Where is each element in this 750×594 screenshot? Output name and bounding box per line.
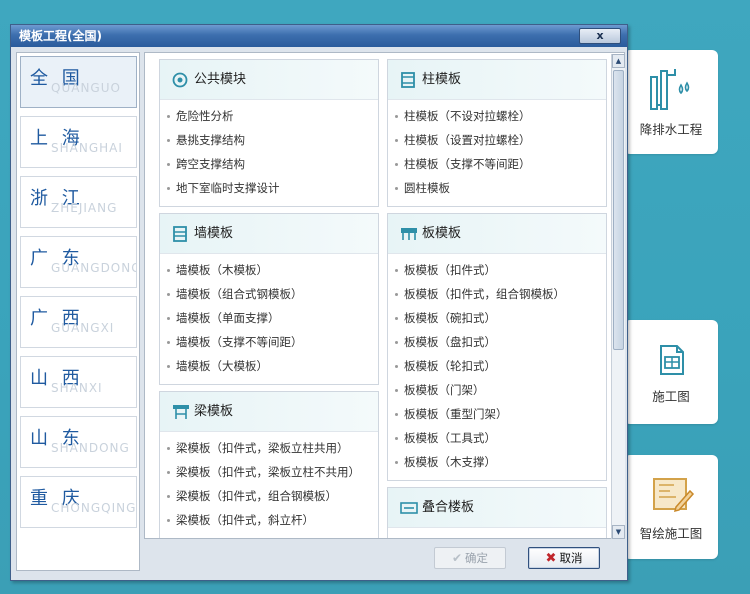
region-item-guangxi[interactable]: 广 西 GUANGXI (20, 296, 137, 348)
wall-icon (173, 226, 187, 242)
card-header: 叠合楼板 (388, 488, 606, 528)
tile-label: 降排水工程 (639, 121, 703, 137)
card-header: 梁模板 (160, 392, 378, 432)
region-item-shanxi[interactable]: 山 西 SHANXI (20, 356, 137, 408)
list-item[interactable]: 板模板（盘扣式） (395, 330, 606, 354)
card-beam-template: 梁模板 梁模板（扣件式，梁板立柱共用） 梁模板（扣件式，梁板立柱不共用） 梁模板… (159, 391, 379, 538)
list-item[interactable]: 梁模板（扣件式，梁板立柱不共用） (167, 460, 378, 484)
card-title: 叠合楼板 (422, 500, 475, 515)
beam-icon (173, 405, 189, 419)
region-watermark: CHONGQING (51, 501, 137, 515)
module-panel: 公共模块 危险性分析 悬挑支撑结构 跨空支撑结构 地下室临时支撑设计 柱模板 柱… (144, 52, 625, 539)
region-item-chongqing[interactable]: 重 庆 CHONGQING (20, 476, 137, 528)
column-icon (401, 72, 415, 88)
construction-drawing-icon (660, 344, 684, 375)
list-item[interactable]: 危险性分析 (167, 104, 378, 128)
list-item[interactable]: 墙模板（单面支撑） (167, 306, 378, 330)
list-item[interactable]: 墙模板（组合式钢模板） (167, 282, 378, 306)
card-header: 柱模板 (388, 60, 606, 100)
list-item[interactable]: 板模板（扣件式） (395, 258, 606, 282)
region-watermark: SHANXI (51, 381, 103, 395)
card-slab-template: 板模板 板模板（扣件式） 板模板（扣件式，组合钢模板） 板模板（碗扣式） 板模板… (387, 213, 607, 481)
region-watermark: QUANGUO (51, 81, 121, 95)
item-list: 板模板（扣件式） 板模板（扣件式，组合钢模板） 板模板（碗扣式） 板模板（盘扣式… (388, 254, 606, 476)
card-title: 板模板 (422, 226, 462, 241)
template-project-dialog: 模板工程(全国) x 全 国 QUANGUO 上 海 SHANGHAI 浙 江 … (10, 24, 628, 581)
item-list: 墙模板（木模板） 墙模板（组合式钢模板） 墙模板（单面支撑） 墙模板（支撑不等间… (160, 254, 378, 380)
drainage-icon (650, 68, 690, 110)
composite-slab-icon (400, 502, 418, 514)
dialog-titlebar: 模板工程(全国) x (11, 25, 627, 47)
item-list: 柱模板（不设对拉螺栓） 柱模板（设置对拉螺栓） 柱模板（支撑不等间距） 圆柱模板 (388, 100, 606, 202)
region-list: 全 国 QUANGUO 上 海 SHANGHAI 浙 江 ZHEJIANG 广 … (16, 52, 140, 571)
item-list: 危险性分析 悬挑支撑结构 跨空支撑结构 地下室临时支撑设计 (160, 100, 378, 202)
ok-button[interactable]: ✔ 确定 (434, 547, 506, 569)
list-item[interactable]: 梁模板（扣件式，组合钢模板） (167, 484, 378, 508)
slab-icon (401, 228, 417, 240)
region-item-quanguo[interactable]: 全 国 QUANGUO (20, 56, 137, 108)
card-title: 柱模板 (422, 72, 462, 87)
list-item[interactable]: 悬挑支撑结构 (167, 128, 378, 152)
card-public-module: 公共模块 危险性分析 悬挑支撑结构 跨空支撑结构 地下室临时支撑设计 (159, 59, 379, 207)
card-title: 公共模块 (194, 72, 247, 87)
card-wall-template: 墙模板 墙模板（木模板） 墙模板（组合式钢模板） 墙模板（单面支撑） 墙模板（支… (159, 213, 379, 385)
dialog-title: 模板工程(全国) (19, 29, 102, 43)
cancel-x-icon: ✖ (545, 550, 557, 566)
list-item[interactable]: 柱模板（支撑不等间距） (395, 152, 606, 176)
smart-drawing-icon (653, 477, 695, 512)
region-item-shandong[interactable]: 山 东 SHANDONG (20, 416, 137, 468)
list-item[interactable]: 板模板（轮扣式） (395, 354, 606, 378)
list-item[interactable]: 墙模板（支撑不等间距） (167, 330, 378, 354)
cancel-button[interactable]: ✖ 取消 (528, 547, 600, 569)
region-watermark: GUANGDONG (51, 261, 137, 275)
check-icon: ✔ (451, 551, 463, 565)
region-item-guangdong[interactable]: 广 东 GUANGDONG (20, 236, 137, 288)
tile-label: 施工图 (652, 388, 690, 404)
tile-label: 智绘施工图 (639, 525, 703, 541)
card-header: 墙模板 (160, 214, 378, 254)
list-item[interactable]: 梁模板（扣件式，斜立杆） (167, 508, 378, 532)
list-item[interactable]: 板模板（工具式） (395, 426, 606, 450)
list-item[interactable]: 柱模板（不设对拉螺栓） (395, 104, 606, 128)
scroll-down-button[interactable]: ▼ (612, 525, 625, 539)
list-item[interactable]: 跨空支撑结构 (167, 152, 378, 176)
cancel-label: 取消 (559, 551, 583, 565)
close-icon: x (596, 29, 604, 42)
list-item[interactable]: 板模板（木支撑） (395, 450, 606, 474)
list-item[interactable]: 圆柱模板 (395, 176, 606, 200)
scroll-up-button[interactable]: ▲ (612, 54, 625, 68)
list-item[interactable]: 地下室临时支撑设计 (167, 176, 378, 200)
card-title: 墙模板 (194, 226, 234, 241)
list-item[interactable]: 板模板（扣件式，组合钢模板） (395, 282, 606, 306)
list-item[interactable]: 板模板（门架） (395, 378, 606, 402)
region-watermark: SHANDONG (51, 441, 130, 455)
list-item[interactable]: 板模板（碗扣式） (395, 306, 606, 330)
list-item[interactable]: 墙模板（木模板） (167, 258, 378, 282)
card-composite-slab: 叠合楼板 (387, 487, 607, 538)
card-title: 梁模板 (194, 404, 234, 419)
ok-label: 确定 (465, 551, 489, 565)
list-item[interactable]: 板模板（重型门架） (395, 402, 606, 426)
tile-smart-drawing[interactable]: 智绘施工图 (624, 455, 718, 559)
close-button[interactable]: x (579, 28, 621, 44)
vertical-scrollbar[interactable]: ▲ ▼ (611, 54, 625, 539)
list-item[interactable]: 墙模板（大模板） (167, 354, 378, 378)
scroll-thumb[interactable] (613, 70, 624, 350)
list-item[interactable]: 柱模板（设置对拉螺栓） (395, 128, 606, 152)
card-header: 板模板 (388, 214, 606, 254)
region-watermark: ZHEJIANG (51, 201, 118, 215)
tile-drainage[interactable]: 降排水工程 (624, 50, 718, 154)
region-watermark: SHANGHAI (51, 141, 123, 155)
tile-construction-drawing[interactable]: 施工图 (624, 320, 718, 424)
region-item-zhejiang[interactable]: 浙 江 ZHEJIANG (20, 176, 137, 228)
puzzle-icon (172, 72, 188, 88)
list-item[interactable]: 梁模板（扣件式，梁板立柱共用） (167, 436, 378, 460)
item-list: 梁模板（扣件式，梁板立柱共用） 梁模板（扣件式，梁板立柱不共用） 梁模板（扣件式… (160, 432, 378, 534)
region-watermark: GUANGXI (51, 321, 115, 335)
region-item-shanghai[interactable]: 上 海 SHANGHAI (20, 116, 137, 168)
card-column-template: 柱模板 柱模板（不设对拉螺栓） 柱模板（设置对拉螺栓） 柱模板（支撑不等间距） … (387, 59, 607, 207)
card-header: 公共模块 (160, 60, 378, 100)
